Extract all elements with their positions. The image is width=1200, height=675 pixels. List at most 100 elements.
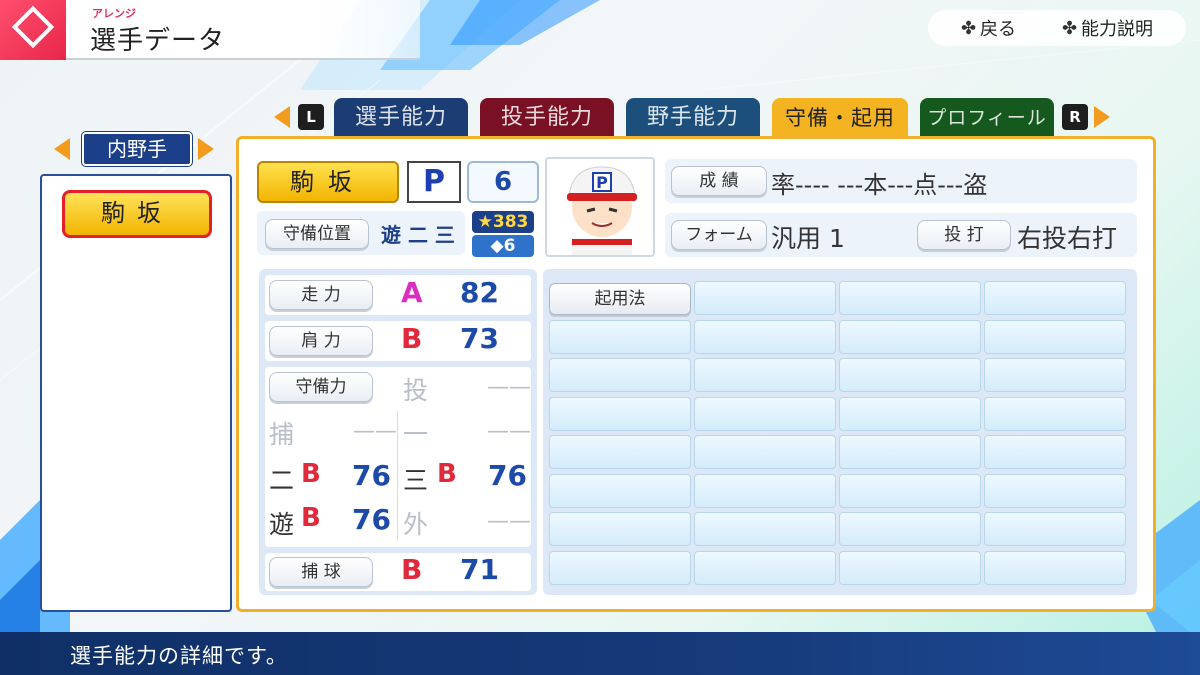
footer-bar: 選手能力の詳細です。: [0, 632, 1200, 675]
catching-value: 71: [460, 553, 499, 586]
usage-grid: 起用法: [543, 269, 1137, 595]
category-prev-arrow-icon[interactable]: [54, 138, 70, 160]
batting-value: 右投右打: [1017, 224, 1118, 253]
arm-value: 73: [460, 322, 499, 355]
player-list: 駒坂: [40, 174, 232, 612]
speed-label: 走 力: [269, 280, 373, 310]
usage-grid-cell: [839, 473, 981, 508]
tab-pitcher-ability[interactable]: 投手能力: [480, 98, 614, 136]
usage-grid-cell: [549, 358, 691, 392]
first-label: 一: [403, 420, 429, 449]
form-value: 汎用 1: [771, 224, 845, 253]
usage-grid-cell: [694, 550, 836, 585]
tab-profile[interactable]: プロフィール: [920, 98, 1054, 136]
usage-grid-cell: [839, 435, 981, 469]
form-label: フォーム: [671, 220, 767, 250]
usage-grid-cell: [694, 435, 836, 469]
title-bar: アレンジ 選手データ: [0, 0, 420, 60]
usage-header: 起用法: [549, 283, 691, 315]
usage-grid-cell: [549, 473, 691, 508]
tab-prev-arrow-icon[interactable]: [274, 106, 290, 128]
third-grade: B: [437, 459, 457, 489]
tab-defense-usage[interactable]: 守備・起用: [772, 98, 908, 136]
l-button-icon[interactable]: L: [298, 104, 324, 130]
category-next-arrow-icon[interactable]: [198, 138, 214, 160]
player-list-item[interactable]: 駒坂: [62, 190, 212, 238]
pitcher-label: 投: [403, 376, 429, 405]
svg-text:P: P: [596, 173, 608, 192]
record-label: 成 績: [671, 166, 767, 196]
controller-button-icon: ✤: [960, 17, 976, 39]
r-button-icon[interactable]: R: [1062, 104, 1088, 130]
usage-grid-cell: [549, 550, 691, 585]
usage-grid-cell: [839, 358, 981, 392]
usage-grid-cell: [549, 512, 691, 546]
fielding-stat: 守備力 投 —— 捕 —— 一 —— 二 B 76 三 B 76 遊 B 76 …: [265, 367, 531, 547]
back-label: 戻る: [980, 19, 1017, 40]
catcher-label: 捕: [269, 420, 295, 449]
usage-grid-cell: [839, 550, 981, 585]
second-grade: B: [301, 459, 321, 489]
usage-grid-cell: [984, 396, 1126, 431]
outfield-label: 外: [403, 510, 429, 539]
usage-grid-cell: [984, 358, 1126, 392]
short-value: 76: [352, 503, 391, 536]
player-avatar-icon: P: [567, 166, 637, 255]
tab-next-arrow-icon[interactable]: [1094, 106, 1110, 128]
ability-help-button[interactable]: ✤ 能力説明: [1062, 15, 1153, 41]
uniform-number: 6: [467, 161, 539, 203]
title-ruby: アレンジ: [92, 7, 136, 20]
tab-player-ability[interactable]: 選手能力: [334, 98, 468, 136]
defense-position-row: 守備位置 遊 二 三: [257, 211, 465, 255]
usage-grid-cell: [984, 512, 1126, 546]
position-badge: P: [407, 161, 461, 203]
player-detail-panel: 駒坂 P 6 守備位置 遊 二 三 ★383 ◆6 P 成 績 率---- --…: [236, 136, 1156, 612]
pitcher-value: ——: [487, 375, 531, 400]
usage-grid-cell: [549, 396, 691, 431]
arm-stat: 肩 力 B 73: [265, 321, 531, 361]
arm-grade: B: [401, 322, 423, 355]
speed-grade: A: [401, 276, 423, 309]
footer-message: 選手能力の詳細です。: [70, 644, 288, 668]
second-label: 二: [269, 466, 295, 495]
batting-label: 投 打: [917, 220, 1011, 250]
usage-grid-cell: [694, 473, 836, 508]
player-portrait: P: [545, 157, 655, 257]
usage-grid-cell: [984, 435, 1126, 469]
diamond-badge: ◆6: [472, 235, 534, 257]
tab-fielder-ability[interactable]: 野手能力: [626, 98, 760, 136]
defense-positions: 遊 二 三: [381, 223, 455, 247]
catching-label: 捕 球: [269, 557, 373, 587]
category-selector: 内野手: [52, 132, 222, 166]
usage-grid-cell: [549, 435, 691, 469]
catcher-value: ——: [353, 419, 397, 444]
controller-button-icon: ✤: [1061, 17, 1077, 39]
back-button[interactable]: ✤ 戻る: [961, 15, 1016, 41]
usage-grid-cell: [839, 512, 981, 546]
record-value: 率---- ---本---点---盗: [771, 171, 988, 199]
ability-help-label: 能力説明: [1081, 19, 1154, 40]
form-row: フォーム 汎用 1 投 打 右投右打: [665, 213, 1137, 257]
star-rating-badge: ★383: [472, 211, 534, 233]
usage-grid-cell: [984, 319, 1126, 354]
usage-grid-cell: [839, 281, 981, 315]
usage-grid-cell: [984, 473, 1126, 508]
menu-diamond-icon: [0, 0, 66, 60]
tab-nav: L 選手能力 投手能力 野手能力 守備・起用 プロフィール R: [272, 98, 1122, 136]
usage-grid-cell: [839, 319, 981, 354]
category-label[interactable]: 内野手: [82, 132, 192, 166]
usage-grid-cell: [694, 512, 836, 546]
third-value: 76: [488, 459, 527, 492]
catching-stat: 捕 球 B 71: [265, 553, 531, 591]
short-label: 遊: [269, 510, 295, 539]
usage-grid-cell: [839, 396, 981, 431]
record-row: 成 績 率---- ---本---点---盗: [665, 159, 1137, 203]
arm-label: 肩 力: [269, 326, 373, 356]
player-name: 駒坂: [257, 161, 399, 203]
usage-grid-cell: [694, 281, 836, 315]
fielding-label: 守備力: [269, 372, 373, 402]
second-value: 76: [352, 459, 391, 492]
page-title: 選手データ: [90, 26, 226, 56]
usage-grid-cell: [694, 396, 836, 431]
button-help-bar: ✤ 戻る ✤ 能力説明: [928, 10, 1186, 46]
